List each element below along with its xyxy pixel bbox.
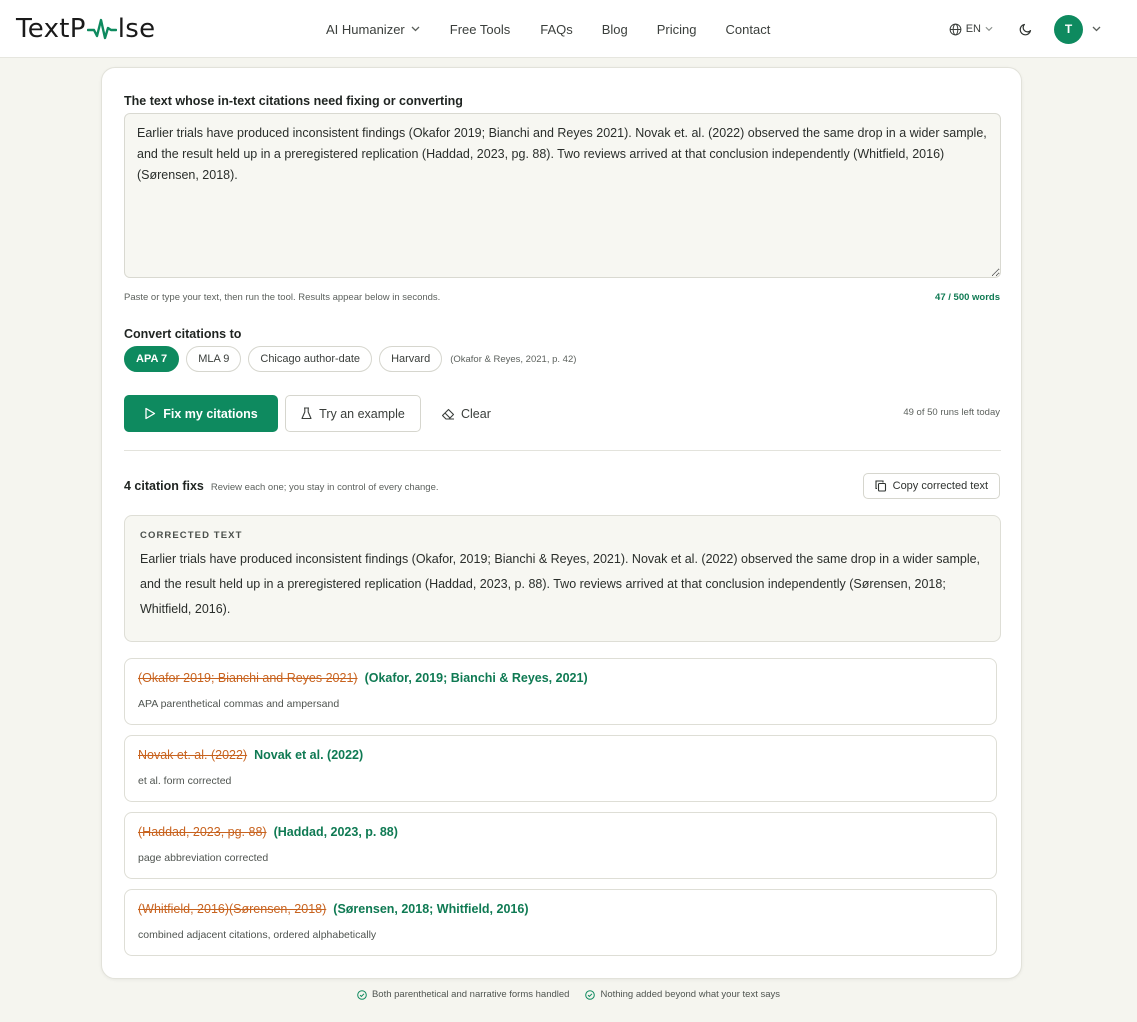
divider <box>124 450 1001 451</box>
copy-icon <box>875 480 886 492</box>
account-menu-toggle[interactable] <box>1092 26 1101 32</box>
convert-label: Convert citations to <box>124 327 242 341</box>
nav-ai-humanizer[interactable]: AI Humanizer <box>326 22 420 37</box>
results-header: 4 citation fixs Review each one; you sta… <box>124 479 439 493</box>
fix-note: APA parenthetical commas and ampersand <box>138 698 340 710</box>
original-citation: Novak et. al. (2022) <box>138 748 248 762</box>
try-example-button[interactable]: Try an example <box>285 395 421 432</box>
avatar[interactable]: T <box>1054 14 1083 44</box>
input-hint: Paste or type your text, then run the to… <box>124 292 441 303</box>
citation-fix-item: Novak et. al. (2022) Novak et al. (2022)… <box>124 735 997 802</box>
action-bar: Fix my citations Try an example Clear <box>124 395 491 432</box>
flask-icon <box>301 407 312 420</box>
runs-left: 49 of 50 runs left today <box>903 407 1000 418</box>
main-nav: AI Humanizer Free Tools FAQs Blog Pricin… <box>326 0 770 58</box>
nav-faqs[interactable]: FAQs <box>540 22 573 37</box>
globe-icon <box>949 23 962 35</box>
check-circle-icon <box>357 989 367 1000</box>
corrected-text-panel: CORRECTED TEXT Earlier trials have produ… <box>124 515 1001 642</box>
original-citation: (Whitfield, 2016)(Sørensen, 2018) <box>138 902 327 916</box>
corrected-citation: (Okafor, 2019; Bianchi & Reyes, 2021) <box>364 671 588 685</box>
footer-feature: Nothing added beyond what your text says <box>585 989 780 1000</box>
chevron-down-icon <box>411 26 420 32</box>
theme-toggle[interactable] <box>1019 22 1033 36</box>
play-icon <box>145 407 156 420</box>
citation-tool-card: The text whose in-text citations need fi… <box>101 67 1022 979</box>
fix-note: et al. form corrected <box>138 775 232 787</box>
fix-count: 4 citation fixs <box>124 479 204 493</box>
citation-fix-item: (Haddad, 2023, pg. 88) (Haddad, 2023, p.… <box>124 812 997 879</box>
header-controls: EN T <box>949 13 1101 45</box>
citation-fix-item: (Okafor 2019; Bianchi and Reyes 2021) (O… <box>124 658 997 725</box>
nav-blog[interactable]: Blog <box>602 22 628 37</box>
nav-pricing[interactable]: Pricing <box>657 22 697 37</box>
corrected-citation: (Haddad, 2023, p. 88) <box>273 825 398 839</box>
style-example: (Okafor & Reyes, 2021, p. 42) <box>450 353 577 365</box>
top-header: TextP lse AI Humanizer Free Tools FAQs B… <box>0 0 1137 58</box>
results-subtitle: Review each one; you stay in control of … <box>210 482 439 493</box>
nav-free-tools[interactable]: Free Tools <box>450 22 510 37</box>
feature-footer: Both parenthetical and narrative forms h… <box>0 989 1137 1000</box>
logo-text-right: lse <box>117 14 156 44</box>
language-selector[interactable]: EN <box>949 23 993 36</box>
citation-text-input[interactable]: Earlier trials have produced inconsisten… <box>124 113 1001 278</box>
pulse-logo-icon <box>86 18 117 40</box>
fix-note: combined adjacent citations, ordered alp… <box>138 929 377 941</box>
language-label: EN <box>965 23 981 35</box>
fix-note: page abbreviation corrected <box>138 852 269 864</box>
corrected-citation: (Sørensen, 2018; Whitfield, 2016) <box>333 902 529 916</box>
citation-fix-item: (Whitfield, 2016)(Sørensen, 2018) (Søren… <box>124 889 997 956</box>
corrected-text: Earlier trials have produced inconsisten… <box>140 552 981 616</box>
word-count: 47 / 500 words <box>935 292 1000 303</box>
style-option-chicago[interactable]: Chicago author-date <box>248 346 373 372</box>
copy-corrected-button[interactable]: Copy corrected text <box>862 473 1000 499</box>
logo[interactable]: TextP lse <box>16 12 155 46</box>
footer-feature: Both parenthetical and narrative forms h… <box>357 989 569 1000</box>
corrected-citation: Novak et al. (2022) <box>254 748 364 762</box>
logo-text-left: TextP <box>16 14 86 44</box>
fix-citations-button[interactable]: Fix my citations <box>124 395 278 432</box>
original-citation: (Haddad, 2023, pg. 88) <box>138 825 267 839</box>
original-citation: (Okafor 2019; Bianchi and Reyes 2021) <box>138 671 358 685</box>
clear-button[interactable]: Clear <box>441 407 491 421</box>
moon-icon <box>1019 23 1032 36</box>
chevron-down-icon <box>1092 26 1101 32</box>
eraser-icon <box>441 408 455 420</box>
check-circle-icon <box>585 989 596 1000</box>
input-label: The text whose in-text citations need fi… <box>124 94 463 108</box>
chevron-down-icon <box>985 26 993 32</box>
citation-style-selector: APA 7 MLA 9 Chicago author-date Harvard … <box>124 346 576 372</box>
nav-contact[interactable]: Contact <box>726 22 771 37</box>
corrected-text-label: CORRECTED TEXT <box>140 530 243 541</box>
style-option-harvard[interactable]: Harvard <box>379 346 443 372</box>
style-option-mla9[interactable]: MLA 9 <box>186 346 242 372</box>
style-option-apa7[interactable]: APA 7 <box>124 346 180 372</box>
